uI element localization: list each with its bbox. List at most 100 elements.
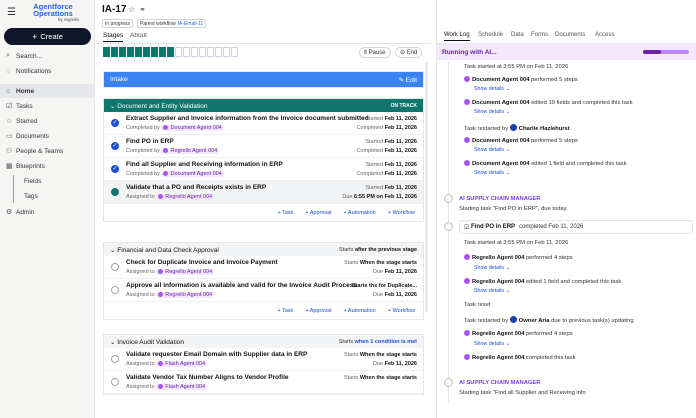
task-row[interactable]: Validate Vendor Tax Number Aligns to Ven…: [104, 371, 423, 394]
add-workflow-link[interactable]: + Workflow: [388, 308, 415, 314]
add-automation-link[interactable]: + Automation: [343, 210, 375, 216]
task-row[interactable]: Validate that a PO and Receipts exists i…: [104, 181, 423, 204]
agent-pill: Flash Agent 004: [156, 361, 208, 367]
create-button[interactable]: + Create: [4, 28, 91, 45]
status-badge: In progress: [102, 19, 134, 28]
page-title: IA-17: [102, 4, 127, 15]
end-icon: ⊖: [400, 50, 407, 56]
running-progress: [643, 50, 689, 54]
stage-title: Document and Entity Validation: [117, 102, 208, 110]
sidebar-item-search[interactable]: ⌕ Search...: [0, 49, 95, 63]
menu-icon[interactable]: ☰: [7, 7, 16, 18]
agent-pill: Regrello Agent 004: [156, 292, 215, 298]
task-circle-icon: [111, 378, 119, 386]
task-circle-icon: [111, 263, 119, 271]
stage-progress: [103, 47, 238, 58]
log-entry: Regrello Agent 004 performed 4 steps: [464, 254, 573, 261]
task-row[interactable]: ✓ Find all Supplier and Receiving informa…: [104, 158, 423, 181]
task-row[interactable]: Approve all information is available and…: [104, 279, 423, 302]
sidebar-item-tags[interactable]: Tags: [18, 190, 38, 203]
task-circle-icon: [111, 286, 119, 294]
star-icon[interactable]: ☆: [128, 5, 139, 14]
agent-avatar: [464, 254, 470, 260]
tab-documents[interactable]: Documents: [555, 32, 585, 38]
completed-check-icon: ✓: [111, 165, 119, 173]
star-icon: ☆: [6, 118, 13, 125]
show-details-link[interactable]: Show details ⌄: [474, 86, 510, 92]
task-actions: + Task + Approval + Automation + Workflow: [104, 302, 423, 319]
blueprint-icon: ▦: [6, 163, 13, 170]
add-automation-link[interactable]: + Automation: [343, 308, 375, 314]
log-entry: Document Agent 004 edited 1 field and co…: [464, 160, 626, 167]
stage-intake[interactable]: Intake ✎ Edit: [103, 71, 424, 88]
sidebar-item-people[interactable]: ⚇ People & Teams: [0, 144, 95, 158]
show-details-link[interactable]: Show details ⌄: [474, 170, 510, 176]
user-avatar: [509, 316, 517, 323]
app-logo: Agentforce Operations by regrello: [33, 2, 79, 22]
add-approval-link[interactable]: + Approval: [305, 210, 331, 216]
sidebar: ☰ Agentforce Operations by regrello + Cre…: [0, 0, 95, 418]
edit-button[interactable]: ✎ Edit: [399, 76, 417, 84]
sidebar-item-admin[interactable]: ⚙ Admin: [0, 205, 95, 219]
show-details-link[interactable]: Show details ⌄: [474, 341, 510, 347]
bell-icon: ◌: [6, 67, 11, 75]
admin-icon: ⚙: [6, 209, 13, 216]
agent-avatar: [464, 99, 470, 105]
timeline-line: [448, 62, 449, 402]
search-icon: ⌕: [6, 52, 10, 59]
task-row[interactable]: Check for Duplicate Invoice and Invoice …: [104, 256, 423, 279]
sidebar-item-blueprints[interactable]: ▦ Blueprints: [0, 159, 95, 173]
add-task-link[interactable]: + Task: [277, 308, 293, 314]
show-details-link[interactable]: Show details ⌄: [474, 265, 510, 271]
tab-work-log[interactable]: Work Log: [444, 32, 470, 41]
sidebar-item-tasks[interactable]: ☑ Tasks: [0, 99, 95, 113]
add-task-link[interactable]: + Task: [277, 210, 293, 216]
log-entry: Task reset: [464, 302, 491, 308]
add-workflow-link[interactable]: + Workflow: [388, 210, 415, 216]
log-entry: Document Agent 004 edited 19 fields and …: [464, 99, 633, 106]
pause-button[interactable]: Ⅱ Pause: [359, 47, 391, 58]
scrollbar[interactable]: [425, 62, 428, 312]
sidebar-item-home[interactable]: ⌂ Home: [0, 84, 95, 98]
title-actions: ☆⚭: [128, 5, 150, 14]
sidebar-item-documents[interactable]: ▭ Documents: [0, 129, 95, 143]
link-icon[interactable]: ⚭: [139, 5, 150, 14]
show-details-link[interactable]: Show details ⌄: [474, 288, 510, 294]
tab-forms[interactable]: Forms: [531, 32, 548, 38]
log-entry: Regrello Agent 004 completed this task: [464, 354, 576, 361]
agent-avatar: [464, 76, 470, 82]
tab-stages[interactable]: Stages: [103, 32, 124, 42]
sidebar-item-notifications[interactable]: ◌ Notifications: [0, 64, 95, 78]
completed-check-icon: ✓: [111, 142, 119, 150]
timeline-dot-icon: [444, 378, 453, 387]
sidebar-item-fields[interactable]: Fields: [18, 175, 41, 188]
tab-access[interactable]: Access: [595, 32, 614, 38]
sidebar-item-starred[interactable]: ☆ Starred: [0, 114, 95, 128]
task-row[interactable]: ✓ Find PO in ERP Completed by Regrello Age…: [104, 135, 423, 158]
check-icon: ☑: [6, 103, 13, 110]
show-details-link[interactable]: Show details ⌄: [474, 147, 510, 153]
stage-status-badge: ON TRACK: [390, 102, 417, 109]
stage-document-validation: ⌄ Document and Entity Validation ON TRACK…: [103, 98, 424, 222]
stage-financial-approval: ⌄ Financial and Data Check Approval Start…: [103, 242, 424, 320]
agent-avatar: [464, 160, 470, 166]
home-icon: ⌂: [6, 87, 11, 95]
task-card[interactable]: ☑ Find PO in ERP completed Feb 11, 2026: [459, 220, 693, 234]
tab-schedule[interactable]: Schedule: [478, 32, 503, 38]
add-approval-link[interactable]: + Approval: [305, 308, 331, 314]
subnav-line: [13, 175, 14, 203]
task-row[interactable]: ✓ Extract Supplier and Invoice informatio…: [104, 112, 423, 135]
parent-workflow-badge[interactable]: Parent workflow IA-Email-11: [137, 19, 207, 28]
plus-icon: +: [32, 31, 38, 42]
document-icon: ▭: [6, 133, 13, 140]
running-banner: Running with AI...: [437, 44, 696, 60]
show-details-link[interactable]: Show details ⌄: [474, 109, 510, 115]
agent-pill: Flash Agent 004: [156, 384, 208, 390]
task-row[interactable]: Validate requester Email Domain with Sup…: [104, 348, 423, 371]
tab-data[interactable]: Data: [511, 32, 524, 38]
manager-label: AI SUPPLY CHAIN MANAGER: [459, 380, 541, 386]
agent-pill: Document Agent 004: [161, 125, 224, 131]
agent-avatar: [464, 137, 470, 143]
end-button[interactable]: ⊖ End: [395, 47, 423, 58]
tab-about[interactable]: About: [130, 32, 147, 39]
